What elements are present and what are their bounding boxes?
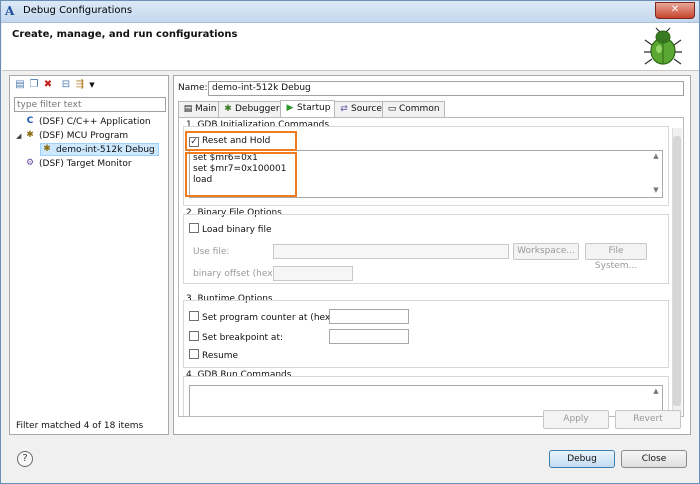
window-close-button[interactable]: ✕ bbox=[655, 2, 695, 19]
main-tab-icon: ▤ bbox=[183, 104, 193, 114]
revert-button[interactable]: Revert bbox=[615, 410, 681, 429]
startup-tab-content: 1. GDB Initialization Commands ✓ Reset an… bbox=[178, 117, 684, 417]
mcu-program-icon: ✱ bbox=[26, 130, 34, 140]
binary-offset-input[interactable] bbox=[273, 266, 353, 281]
title-bar: A Debug Configurations ✕ bbox=[1, 1, 699, 23]
set-pc-checkbox[interactable]: Set program counter at (hex): bbox=[189, 311, 337, 323]
debug-button[interactable]: Debug bbox=[549, 450, 615, 468]
reset-and-hold-highlight bbox=[185, 131, 297, 151]
scroll-up-icon[interactable]: ▲ bbox=[651, 152, 661, 160]
checkbox-unchecked-icon bbox=[189, 223, 199, 233]
common-tab-icon: ▭ bbox=[387, 104, 397, 114]
tree-item-mcu-program[interactable]: ◢ ✱ (DSF) MCU Program bbox=[16, 130, 128, 143]
view-menu-chevron-down-icon[interactable]: ▼ bbox=[86, 79, 98, 91]
c-app-icon: C bbox=[26, 116, 34, 126]
tab-main[interactable]: ▤ Main bbox=[178, 101, 222, 117]
set-breakpoint-checkbox[interactable]: Set breakpoint at: bbox=[189, 331, 283, 343]
collapse-twisty-icon[interactable]: ◢ bbox=[16, 130, 24, 143]
tab-source[interactable]: ⇄ Source bbox=[334, 101, 387, 117]
configuration-list-panel: ▤ ❐ ✖ ⊟ ⇶ ▼ C(DSF) C/C++ Application ◢✱(… bbox=[9, 75, 169, 435]
filter-config-icon[interactable]: ⇶ bbox=[74, 79, 86, 91]
configuration-editor-panel: Name: demo-int-512k Debug ▤ Main ✱ Debugge… bbox=[173, 75, 691, 435]
program-counter-input[interactable] bbox=[329, 309, 409, 324]
window-title: Debug Configurations bbox=[23, 5, 133, 16]
new-config-icon[interactable]: ▤ bbox=[14, 79, 26, 91]
resume-checkbox[interactable]: Resume bbox=[189, 349, 238, 361]
filter-status-text: Filter matched 4 of 18 items bbox=[16, 421, 144, 431]
help-icon[interactable]: ? bbox=[17, 451, 33, 467]
header-title: Create, manage, and run configurations bbox=[12, 29, 238, 40]
scroll-up-icon[interactable]: ▲ bbox=[651, 387, 661, 395]
apply-button[interactable]: Apply bbox=[543, 410, 609, 429]
startup-tab-icon: ▶ bbox=[286, 103, 294, 113]
app-icon: A bbox=[5, 4, 15, 18]
tab-common[interactable]: ▭ Common bbox=[382, 101, 445, 117]
target-monitor-icon: ⚙ bbox=[25, 158, 35, 168]
header-banner: Create, manage, and run configurations bbox=[2, 23, 699, 71]
checkbox-unchecked-icon bbox=[189, 311, 199, 321]
delete-config-icon[interactable]: ✖ bbox=[42, 79, 54, 91]
use-file-label: Use file: bbox=[193, 247, 230, 257]
config-name-field[interactable]: demo-int-512k Debug bbox=[208, 81, 684, 96]
tab-debugger[interactable]: ✱ Debugger bbox=[218, 101, 285, 117]
scroll-down-icon[interactable]: ▼ bbox=[651, 186, 661, 194]
name-label: Name: bbox=[178, 83, 208, 93]
scrollbar-thumb[interactable] bbox=[673, 136, 681, 406]
tree-item-target-monitor[interactable]: ⚙ (DSF) Target Monitor bbox=[16, 158, 132, 171]
file-system-button[interactable]: File System... bbox=[585, 243, 647, 271]
use-file-input[interactable] bbox=[273, 244, 509, 259]
collapse-all-icon[interactable]: ⊟ bbox=[60, 79, 72, 91]
tree-item-demo-int-512k-debug[interactable]: ✱ demo-int-512k Debug bbox=[40, 143, 159, 156]
duplicate-config-icon[interactable]: ❐ bbox=[28, 79, 40, 91]
debug-config-icon: ✱ bbox=[43, 144, 51, 154]
checkbox-unchecked-icon bbox=[189, 349, 199, 359]
close-button[interactable]: Close bbox=[621, 450, 687, 468]
tab-startup[interactable]: ▶ Startup bbox=[280, 100, 336, 117]
source-tab-icon: ⇄ bbox=[340, 104, 348, 114]
commands-highlight bbox=[185, 152, 297, 197]
tree-item-c-cpp-application[interactable]: C (DSF) C/C++ Application bbox=[16, 116, 151, 129]
debug-configurations-window: A Debug Configurations ✕ Create, manage,… bbox=[0, 0, 700, 484]
binary-offset-label: binary offset (hex): bbox=[193, 269, 280, 279]
workspace-button[interactable]: Workspace... bbox=[513, 243, 579, 260]
debugger-tab-icon: ✱ bbox=[224, 104, 232, 114]
checkbox-unchecked-icon bbox=[189, 331, 199, 341]
load-binary-checkbox[interactable]: Load binary file bbox=[189, 223, 271, 235]
filter-input[interactable] bbox=[14, 97, 166, 112]
bug-icon bbox=[644, 27, 682, 65]
breakpoint-input[interactable] bbox=[329, 329, 409, 344]
